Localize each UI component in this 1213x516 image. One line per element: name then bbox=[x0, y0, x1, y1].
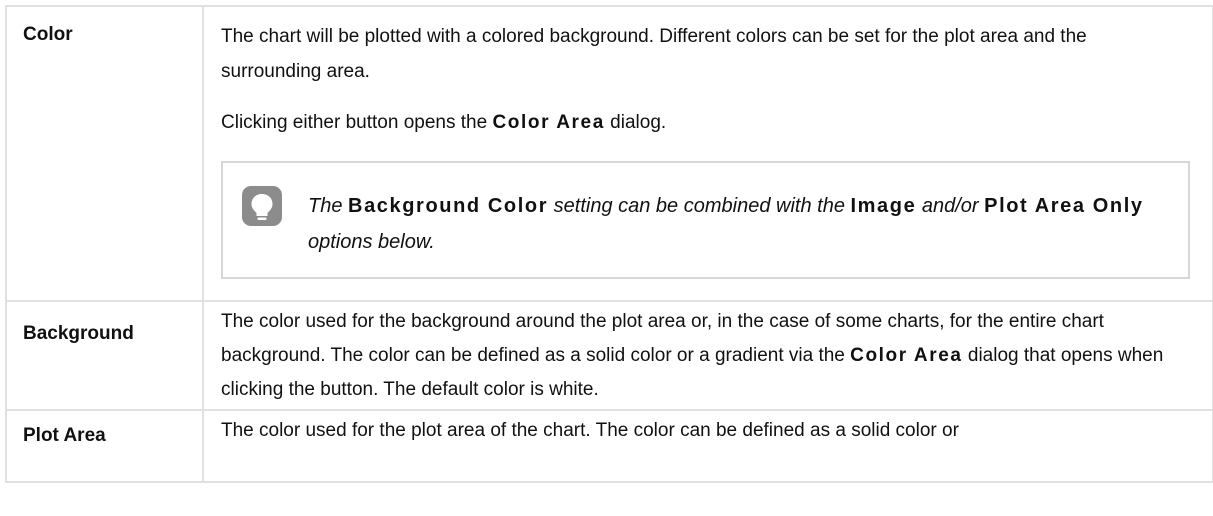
text-run: setting can be combined with the bbox=[548, 195, 851, 217]
ui-term-image: Image bbox=[850, 195, 917, 217]
ui-term-background-color: Background Color bbox=[348, 195, 549, 217]
properties-table: Color The chart will be plotted with a c… bbox=[5, 5, 1213, 483]
term-plot-area: Plot Area bbox=[23, 425, 106, 446]
ui-term-plot-area-only: Plot Area Only bbox=[984, 195, 1144, 217]
text-run: Clicking either button opens the bbox=[221, 112, 493, 133]
ui-term-color-area: Color Area bbox=[492, 112, 605, 133]
description-paragraph-dialog: Clicking either button opens the Color A… bbox=[221, 105, 1190, 140]
term-cell: Background bbox=[5, 300, 204, 411]
description-paragraph: The chart will be plotted with a colored… bbox=[221, 26, 1087, 82]
term-cell: Color bbox=[5, 5, 204, 302]
text-run: The bbox=[308, 195, 349, 217]
term-color: Color bbox=[23, 24, 73, 45]
term-cell: Plot Area bbox=[5, 409, 204, 483]
description-plot-area: The color used for the plot area of the … bbox=[221, 420, 959, 441]
description-color: The chart will be plotted with a colored… bbox=[204, 7, 1212, 300]
lightbulb-icon bbox=[242, 186, 282, 226]
table-row-background: Background The color used for the backgr… bbox=[5, 300, 1213, 411]
text-run: dialog. bbox=[604, 112, 667, 133]
description-cell: The color used for the plot area of the … bbox=[202, 409, 1213, 483]
description-background: The color used for the background around… bbox=[204, 302, 1212, 409]
tip-box: The Background Color setting can be comb… bbox=[221, 161, 1190, 279]
table-row-color: Color The chart will be plotted with a c… bbox=[5, 5, 1213, 302]
text-run: and/or bbox=[916, 195, 985, 217]
tip-text: The Background Color setting can be comb… bbox=[308, 188, 1168, 260]
ui-term-color-area: Color Area bbox=[850, 345, 963, 366]
text-run: options below. bbox=[308, 231, 435, 253]
description-cell: The chart will be plotted with a colored… bbox=[202, 5, 1213, 302]
term-background: Background bbox=[23, 323, 134, 344]
table-row-plot-area: Plot Area The color used for the plot ar… bbox=[5, 409, 1213, 483]
description-cell: The color used for the background around… bbox=[202, 300, 1213, 411]
